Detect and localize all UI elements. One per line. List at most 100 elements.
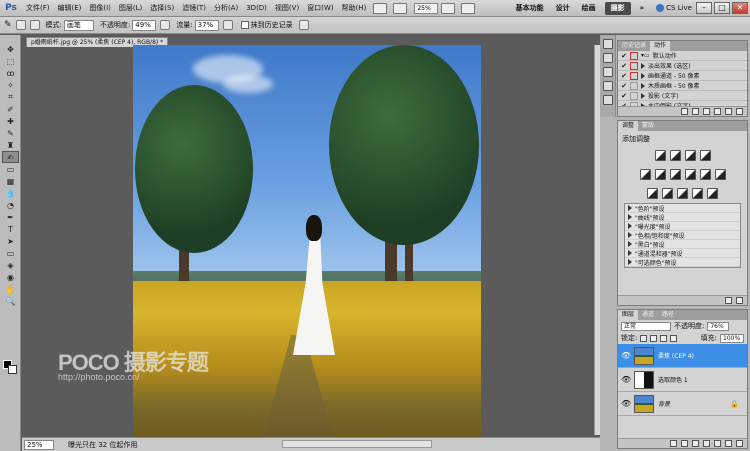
tab-channels[interactable]: 通道 <box>638 310 658 320</box>
menu-view[interactable]: 视图(V) <box>271 0 303 17</box>
vibrance-icon[interactable] <box>639 169 651 180</box>
cs-live-button[interactable]: CS Live <box>656 4 692 12</box>
clip-icon[interactable] <box>725 297 732 304</box>
check-icon[interactable]: ✔ <box>620 62 628 70</box>
tab-masks[interactable]: 蒙版 <box>638 121 658 131</box>
image-canvas[interactable] <box>133 45 481 438</box>
mode-select[interactable]: 画笔 <box>63 19 94 31</box>
brush-preset-picker-icon[interactable] <box>15 20 26 30</box>
expand-triangle-icon[interactable] <box>641 82 645 89</box>
crop-tool-icon[interactable]: ⌗ <box>2 91 19 103</box>
status-info-text[interactable]: 曝光只在 32 位起作用 <box>68 440 137 450</box>
eye-icon[interactable]: 👁 <box>621 399 631 409</box>
new-set-icon[interactable] <box>714 108 721 115</box>
horizontal-scrollbar[interactable] <box>282 440 432 448</box>
menu-edit[interactable]: 编辑(E) <box>54 0 86 17</box>
expand-triangle-icon[interactable] <box>628 232 632 238</box>
tab-adjustments[interactable]: 调整 <box>618 121 639 131</box>
threshold-icon[interactable] <box>677 188 688 199</box>
workspace-painting[interactable]: 绘画 <box>576 0 602 17</box>
photo-filter-icon[interactable] <box>699 169 711 180</box>
color-balance-icon[interactable] <box>669 169 681 180</box>
expand-triangle-icon[interactable] <box>628 223 632 229</box>
arrange-documents-icon[interactable] <box>461 2 476 14</box>
actions-panel-icon[interactable] <box>603 53 613 63</box>
check-icon[interactable]: ✔ <box>620 92 628 100</box>
tablet-size-icon[interactable] <box>298 20 309 30</box>
tab-history[interactable]: 历史记录 <box>618 41 650 51</box>
trash-icon[interactable] <box>736 108 743 115</box>
selective-color-icon[interactable] <box>707 188 718 199</box>
expand-triangle-icon[interactable] <box>628 205 632 211</box>
expand-triangle-icon[interactable] <box>641 92 645 99</box>
menu-analysis[interactable]: 分析(A) <box>210 0 242 17</box>
hand-view-icon[interactable] <box>441 2 456 14</box>
expand-triangle-icon[interactable] <box>641 72 645 79</box>
maximize-button[interactable]: □ <box>714 2 730 14</box>
blend-mode-select[interactable]: 正常 <box>621 321 671 331</box>
new-layer-icon[interactable] <box>725 440 732 447</box>
tab-layers[interactable]: 图层 <box>618 310 639 320</box>
eye-icon[interactable]: 👁 <box>621 351 631 361</box>
layer-name[interactable]: 背景 <box>658 399 670 408</box>
action-row[interactable]: ✔ 木质画框 - 50 像素 <box>618 81 747 91</box>
healing-brush-tool-icon[interactable]: ✚ <box>2 115 19 127</box>
lock-transparency-icon[interactable] <box>640 334 648 342</box>
status-zoom-field[interactable]: 25% <box>24 439 54 450</box>
layer-name[interactable]: 选取颜色 1 <box>658 375 688 384</box>
tablet-opacity-icon[interactable] <box>160 20 171 30</box>
lock-position-icon[interactable] <box>660 334 668 342</box>
lasso-tool-icon[interactable]: ꝏ <box>2 67 19 79</box>
layer-style-icon[interactable] <box>681 440 688 447</box>
flow-field[interactable]: 37% <box>194 19 219 31</box>
menu-filter[interactable]: 滤镜(T) <box>178 0 210 17</box>
marquee-tool-icon[interactable]: ⬚ <box>2 55 19 67</box>
pen-tool-icon[interactable]: ✒ <box>2 211 19 223</box>
menu-file[interactable]: 文件(F) <box>22 0 54 17</box>
curves-icon[interactable] <box>684 150 696 161</box>
layer-row[interactable]: 👁 柔焦 (CEP 4) <box>618 344 747 368</box>
blur-tool-icon[interactable]: 💧 <box>2 187 19 199</box>
workspace-essentials[interactable]: 基本功能 <box>510 0 550 17</box>
eraser-tool-icon[interactable]: ▭ <box>2 163 19 175</box>
dodge-tool-icon[interactable]: ◔ <box>2 199 19 211</box>
new-adjustment-icon[interactable] <box>703 440 710 447</box>
play-icon[interactable] <box>703 108 710 115</box>
new-action-icon[interactable] <box>725 108 732 115</box>
brightness-contrast-icon[interactable] <box>654 150 666 161</box>
check-icon[interactable]: ✔ <box>620 52 628 60</box>
layer-name[interactable]: 柔焦 (CEP 4) <box>658 351 694 360</box>
action-set-row[interactable]: ✔ ▾▭ 默认动作 <box>618 51 747 61</box>
type-tool-icon[interactable]: T <box>2 223 19 235</box>
levels-icon[interactable] <box>669 150 681 161</box>
bridge-icon[interactable] <box>373 2 388 14</box>
channel-mixer-icon[interactable] <box>714 169 726 180</box>
new-group-icon[interactable] <box>714 440 721 447</box>
workspace-photography[interactable]: 摄影 <box>604 1 631 15</box>
workspace-design[interactable]: 设计 <box>550 0 576 17</box>
dialog-toggle[interactable] <box>630 61 638 70</box>
trash-icon[interactable] <box>736 440 743 447</box>
brush-panel-icon[interactable] <box>603 67 613 77</box>
tab-paths[interactable]: 路径 <box>658 310 678 320</box>
invert-icon[interactable] <box>647 188 658 199</box>
expand-triangle-icon[interactable] <box>628 250 632 256</box>
clone-source-panel-icon[interactable] <box>603 81 613 91</box>
expand-triangle-icon[interactable] <box>628 241 632 247</box>
menu-layer[interactable]: 图层(L) <box>115 0 146 17</box>
gradient-tool-icon[interactable]: ▦ <box>2 175 19 187</box>
menu-select[interactable]: 选择(S) <box>146 0 178 17</box>
layer-row[interactable]: 👁 背景 🔒 <box>618 392 747 416</box>
quick-select-tool-icon[interactable]: ✧ <box>2 79 19 91</box>
check-icon[interactable]: ✔ <box>620 72 628 80</box>
dialog-toggle[interactable] <box>630 91 638 100</box>
background-color-swatch[interactable] <box>8 365 17 374</box>
eye-icon[interactable]: 👁 <box>621 375 631 385</box>
move-tool-icon[interactable]: ✥ <box>2 43 19 55</box>
erase-history-checkbox[interactable] <box>240 21 249 29</box>
minimize-button[interactable]: – <box>696 2 712 14</box>
info-panel-icon[interactable] <box>603 95 613 105</box>
visibility-icon[interactable] <box>736 297 743 304</box>
check-icon[interactable]: ✔ <box>620 82 628 90</box>
close-button[interactable]: ✕ <box>732 2 748 14</box>
